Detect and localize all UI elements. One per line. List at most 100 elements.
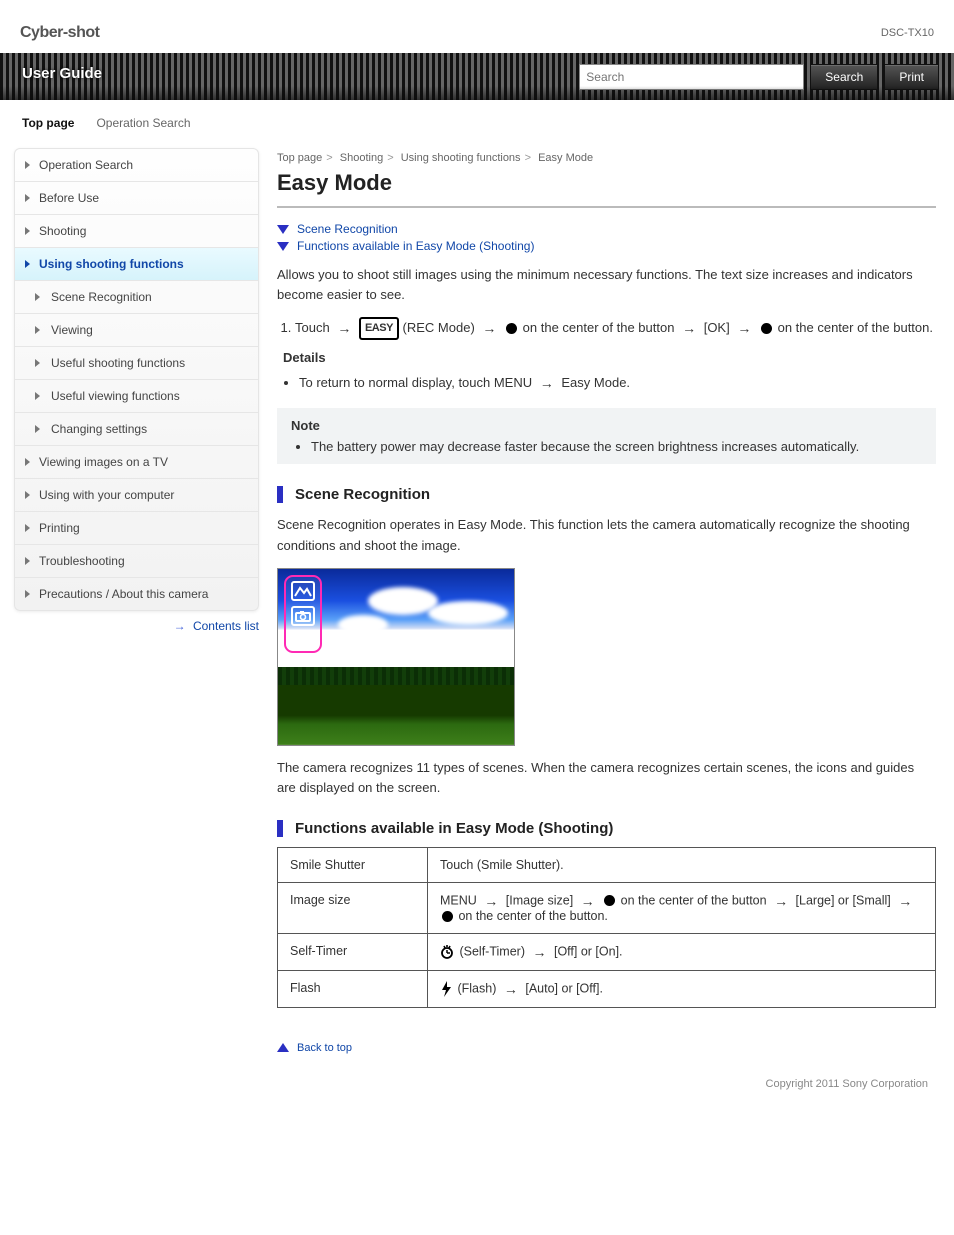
func-desc: (Self-Timer) → [Off] or [On]. (428, 933, 936, 970)
center-button-icon (761, 323, 772, 334)
arrow-right-icon: → (482, 318, 496, 340)
table-row: Smile Shutter Touch (Smile Shutter). (278, 847, 936, 882)
func-name: Image size (278, 882, 428, 933)
sidebar-item-precautions[interactable]: Precautions / About this camera (15, 577, 258, 610)
func-name: Flash (278, 970, 428, 1007)
center-button-icon (442, 911, 453, 922)
step-text: (REC Mode) (403, 320, 475, 335)
note-label: Note (291, 418, 922, 433)
txt: MENU (440, 893, 477, 907)
sidebar-item-useful-viewing[interactable]: Useful viewing functions (15, 379, 258, 412)
detail-text: To return to normal display, touch MENU (299, 375, 532, 390)
crumb-top[interactable]: Top page (277, 152, 322, 164)
txt: [Auto] or [Off]. (525, 981, 603, 995)
step-text: Touch (295, 320, 330, 335)
sidebar-item-before-use[interactable]: Before Use (15, 181, 258, 214)
txt: (Self-Timer) (459, 944, 525, 958)
tab-bar: Top page Operation Search (0, 100, 954, 138)
search-input[interactable] (579, 64, 804, 90)
sidebar-item-using-shooting-functions[interactable]: Using shooting functions (15, 247, 258, 280)
page-title: Easy Mode (277, 170, 936, 196)
tab-top-page[interactable]: Top page (22, 116, 74, 138)
functions-table: Smile Shutter Touch (Smile Shutter). Ima… (277, 847, 936, 1008)
func-name: Smile Shutter (278, 847, 428, 882)
sidebar-item-viewing[interactable]: Viewing (15, 313, 258, 346)
sidebar-item-printing[interactable]: Printing (15, 511, 258, 544)
txt: [Large] or [Small] (796, 893, 891, 907)
back-to-top-link[interactable]: Back to top (277, 1042, 936, 1054)
func-desc: Touch (Smile Shutter). (428, 847, 936, 882)
sidebar-item-using-computer[interactable]: Using with your computer (15, 478, 258, 511)
sr-paragraph-1: Scene Recognition operates in Easy Mode.… (277, 515, 936, 555)
model-label: DSC-TX10 (881, 27, 934, 39)
crumb-current: Easy Mode (538, 152, 593, 164)
contents-list-link[interactable]: → Contents list (0, 611, 277, 637)
func-desc: MENU → [Image size] → on the center of t… (428, 882, 936, 933)
main-content: Top page> Shooting> Using shooting funct… (277, 138, 954, 1130)
anchor-label: Functions available in Easy Mode (Shooti… (297, 239, 534, 253)
step-text: on the center of the button. (778, 320, 933, 335)
arrow-right-icon: → (682, 318, 696, 340)
arrow-right-icon: → (581, 893, 595, 909)
sidebar-item-operation-search[interactable]: Operation Search (15, 149, 258, 181)
triangle-down-icon (277, 242, 289, 251)
sidebar-item-troubleshooting[interactable]: Troubleshooting (15, 544, 258, 577)
anchor-functions-available[interactable]: Functions available in Easy Mode (Shooti… (277, 239, 936, 253)
camera-icon (291, 606, 315, 626)
txt: (Flash) (457, 981, 496, 995)
anchor-scene-recognition[interactable]: Scene Recognition (277, 222, 936, 236)
crumb-shooting[interactable]: Shooting (340, 152, 383, 164)
steps-list: Touch → EASY (REC Mode) → on the center … (295, 317, 936, 340)
note-box: Note The battery power may decrease fast… (277, 408, 936, 464)
sidebar-item-scene-recognition[interactable]: Scene Recognition (15, 280, 258, 313)
screen-preview: ⅄ (277, 568, 515, 746)
tab-operation-search[interactable]: Operation Search (96, 116, 190, 138)
txt: [Off] or [On]. (554, 944, 623, 958)
center-button-icon (506, 323, 517, 334)
arrow-right-icon: → (337, 318, 351, 340)
details-list: To return to normal display, touch MENU … (277, 373, 936, 394)
print-button[interactable]: Print (884, 64, 939, 90)
flash-icon (440, 981, 452, 997)
breadcrumb: Top page> Shooting> Using shooting funct… (277, 152, 936, 164)
back-to-top-label: Back to top (297, 1042, 352, 1054)
sidebar-item-shooting[interactable]: Shooting (15, 214, 258, 247)
triangle-down-icon (277, 225, 289, 234)
triangle-up-icon (277, 1043, 289, 1052)
detail-item: To return to normal display, touch MENU … (299, 373, 936, 394)
crumb-functions[interactable]: Using shooting functions (401, 152, 521, 164)
step-text: [OK] (704, 320, 730, 335)
anchor-label: Scene Recognition (297, 222, 398, 236)
icon-overlay-panel: ⅄ (284, 575, 322, 653)
title-divider (277, 206, 936, 208)
header-strip: User Guide Search Print (0, 53, 954, 100)
step-text: on the center of the button (523, 320, 675, 335)
txt: on the center of the button (621, 893, 767, 907)
intro-text: Allows you to shoot still images using t… (277, 265, 936, 305)
step-1: Touch → EASY (REC Mode) → on the center … (295, 317, 936, 340)
self-timer-icon (440, 945, 454, 959)
table-row: Flash (Flash) → [Auto] or [Off]. (278, 970, 936, 1007)
txt: [Image size] (506, 893, 573, 907)
sidebar-item-changing-settings[interactable]: Changing settings (15, 412, 258, 445)
center-button-icon (604, 895, 615, 906)
sidebar: Operation Search Before Use Shooting Usi… (14, 148, 259, 611)
sidebar-item-useful-shooting[interactable]: Useful shooting functions (15, 346, 258, 379)
landscape-icon (291, 581, 315, 601)
top-bar: Cyber-shot DSC-TX10 (0, 0, 954, 53)
search-button[interactable]: Search (810, 64, 878, 90)
table-row: Image size MENU → [Image size] → on the … (278, 882, 936, 933)
section-functions-available: Functions available in Easy Mode (Shooti… (277, 820, 936, 837)
arrow-right-icon: → (532, 944, 546, 960)
arrow-right-icon: → (737, 318, 751, 340)
tripod-icon: ⅄ (298, 631, 308, 647)
contents-list-label: Contents list (193, 619, 259, 633)
arrow-right-icon: → (898, 893, 912, 909)
txt: on the center of the button. (458, 909, 607, 923)
detail-text: Easy Mode. (561, 375, 630, 390)
note-text: The battery power may decrease faster be… (311, 439, 922, 454)
sidebar-item-viewing-tv[interactable]: Viewing images on a TV (15, 445, 258, 478)
arrow-right-icon: → (174, 619, 186, 633)
arrow-right-icon: → (484, 893, 498, 909)
copyright-text: Copyright 2011 Sony Corporation (277, 1078, 936, 1090)
